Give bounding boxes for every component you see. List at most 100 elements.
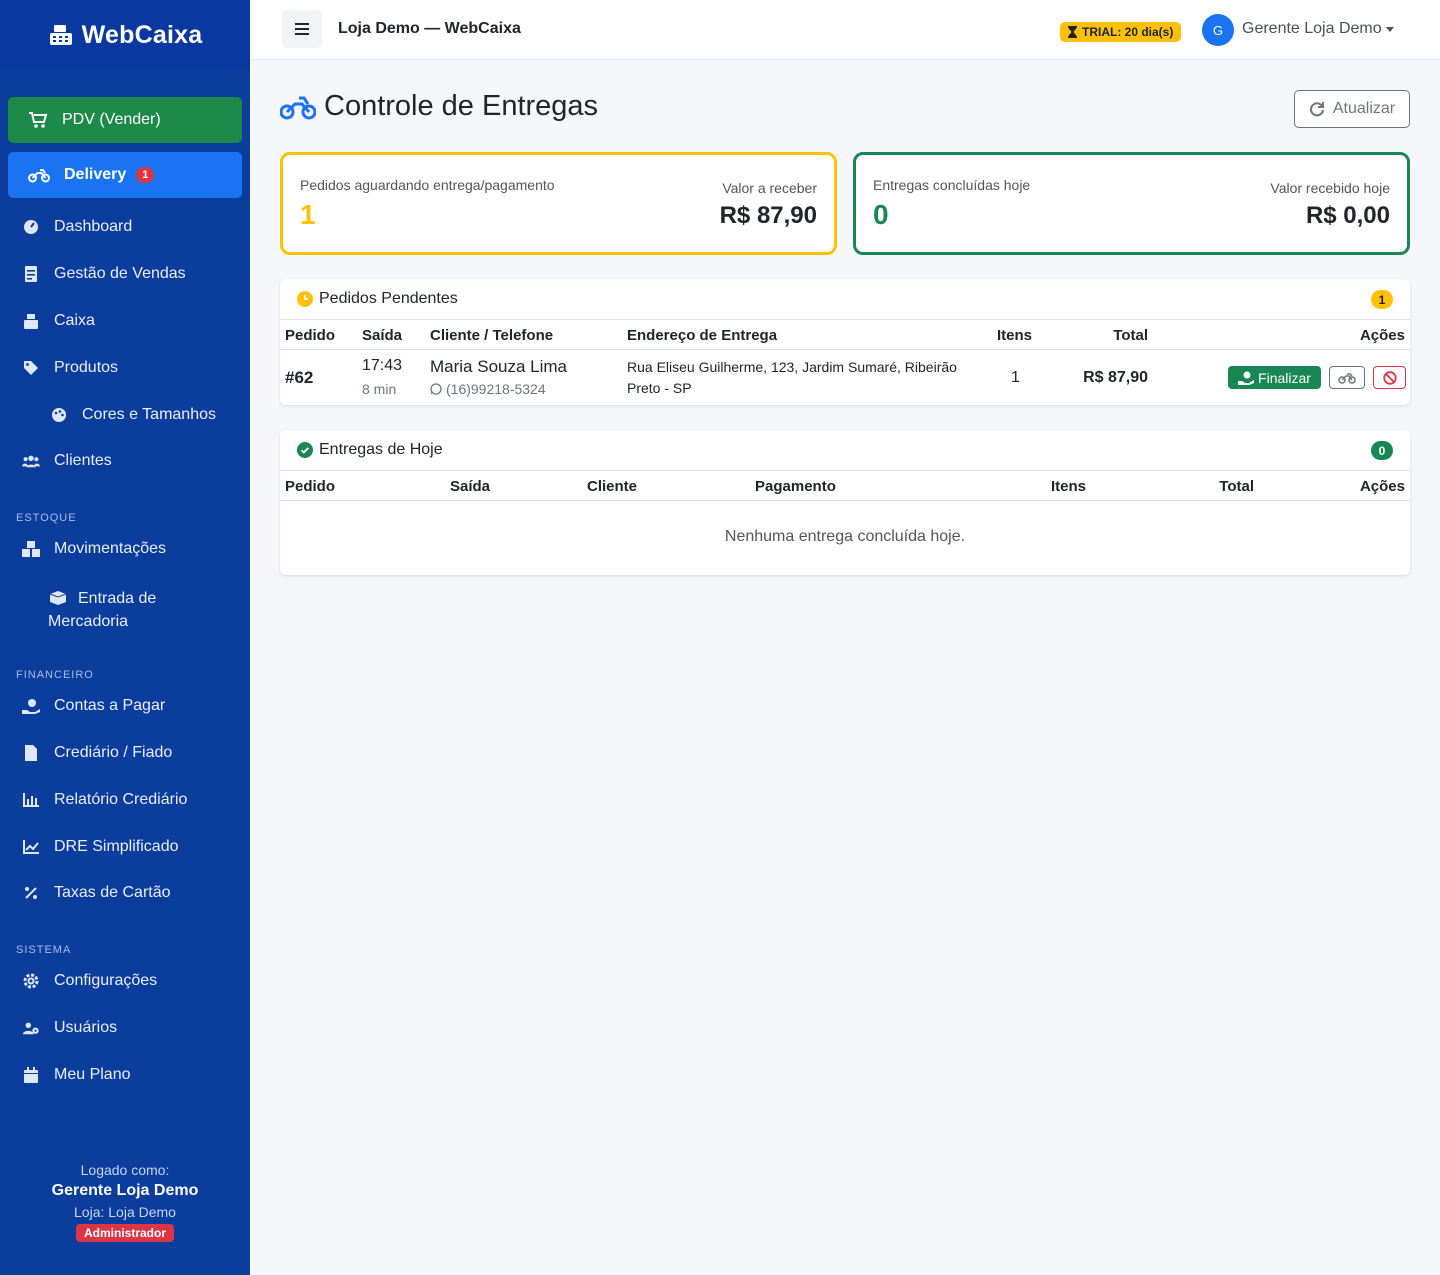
- invoice-icon: [22, 744, 40, 762]
- boxes-icon: [22, 540, 40, 558]
- sidebar-item-produtos[interactable]: Produtos: [22, 359, 118, 377]
- col-saida: Saída: [450, 478, 491, 495]
- cancel-order-button[interactable]: [1373, 366, 1406, 389]
- calendar-icon: [22, 1066, 40, 1084]
- check-circle-icon: [297, 442, 313, 458]
- col-cliente: Cliente / Telefone: [430, 327, 554, 344]
- avatar[interactable]: G: [1202, 14, 1234, 46]
- sidebar-item-label: Usuários: [54, 1019, 118, 1036]
- pending-orders-header: Pedidos Pendentes 1: [280, 279, 1410, 320]
- trial-badge: TRIAL: 20 dia(s): [1060, 22, 1182, 42]
- sidebar-item-relatorio-crediario[interactable]: Relatório Crediário: [22, 791, 187, 809]
- col-cliente: Cliente: [587, 478, 638, 495]
- client-phone-link[interactable]: (16)99218-5324: [430, 381, 546, 397]
- finalize-label: Finalizar: [1258, 369, 1311, 386]
- brand[interactable]: WebCaixa: [0, 0, 250, 70]
- sidebar-item-label: Relatório Crediário: [54, 791, 188, 808]
- motorcycle-icon: [280, 96, 316, 119]
- pending-orders-title: Pedidos Pendentes: [319, 290, 458, 307]
- done-stat-card: Entregas concluídas hoje 0 Valor recebid…: [853, 152, 1410, 255]
- topbar: Loja Demo — WebCaixa TRIAL: 20 dia(s) G …: [250, 0, 1440, 60]
- sidebar-item-label: Movimentações: [54, 540, 167, 557]
- today-table-header: Pedido Saída Cliente Pagamento Itens Tot…: [280, 471, 1410, 501]
- client-name: Maria Souza Lima: [430, 357, 568, 376]
- sidebar-item-movimentacoes[interactable]: Movimentações: [22, 540, 166, 558]
- hourglass-icon: [1068, 26, 1077, 38]
- sidebar-footer: Logado como: Gerente Loja Demo Loja: Loj…: [0, 1162, 250, 1242]
- today-deliveries-card: Entregas de Hoje 0 Pedido Saída Cliente …: [280, 430, 1410, 575]
- sidebar-item-meu-plano[interactable]: Meu Plano: [22, 1066, 131, 1084]
- pending-stat-label: Pedidos aguardando entrega/pagamento: [300, 177, 555, 193]
- sidebar-item-label: Crediário / Fiado: [54, 744, 173, 761]
- pending-value: R$ 87,90: [719, 202, 817, 229]
- hand-holding-dollar-icon: [22, 697, 40, 715]
- pending-orders-card: Pedidos Pendentes 1 Pedido Saída Cliente…: [280, 279, 1410, 405]
- sidebar-item-gestao-vendas[interactable]: Gestão de Vendas: [22, 265, 186, 283]
- users-icon: [22, 452, 40, 470]
- refresh-button[interactable]: Atualizar: [1294, 90, 1410, 128]
- menu-toggle-button[interactable]: [282, 10, 322, 48]
- sidebar-item-entrada-mercadoria[interactable]: Entrada de Mercadoria: [48, 587, 238, 633]
- delivery-count-badge: 1: [136, 167, 155, 183]
- sidebar-item-crediario[interactable]: Crediário / Fiado: [22, 744, 172, 762]
- sidebar-item-label: Contas a Pagar: [54, 697, 166, 714]
- sidebar-item-label: Caixa: [54, 312, 95, 329]
- sidebar-item-label: Dashboard: [54, 218, 133, 235]
- sidebar-item-usuarios[interactable]: Usuários: [22, 1019, 117, 1037]
- finalize-button[interactable]: Finalizar: [1228, 366, 1321, 389]
- percent-icon: [22, 884, 40, 902]
- sidebar-item-configuracoes[interactable]: Configurações: [22, 972, 157, 990]
- chevron-down-icon: [1385, 26, 1394, 32]
- pdv-button[interactable]: PDV (Vender): [8, 97, 242, 143]
- sidebar-item-dashboard[interactable]: Dashboard: [22, 218, 132, 236]
- col-itens: Itens: [1051, 478, 1087, 495]
- refresh-label: Atualizar: [1332, 100, 1396, 117]
- sidebar-item-label: DRE Simplificado: [54, 838, 179, 855]
- col-pagamento: Pagamento: [755, 478, 836, 495]
- delivery-address-line1: Rua Eliseu Guilherme, 123, Jardim Sumaré…: [627, 359, 957, 375]
- col-itens: Itens: [997, 327, 1033, 344]
- logged-as-label: Logado como:: [80, 1162, 170, 1178]
- page-title-text: Controle de Entregas: [324, 90, 599, 122]
- sidebar-item-contas-pagar[interactable]: Contas a Pagar: [22, 697, 165, 715]
- pending-value-label: Valor a receber: [722, 180, 817, 196]
- delivery-address-line2: Preto - SP: [627, 380, 692, 396]
- pending-table-header: Pedido Saída Cliente / Telefone Endereço…: [280, 320, 1410, 350]
- sidebar-item-label: Entrada de: [78, 590, 157, 607]
- user-name: Gerente Loja Demo: [1242, 20, 1382, 37]
- client-phone: (16)99218-5324: [446, 381, 546, 397]
- col-endereco: Endereço de Entrega: [627, 327, 778, 344]
- order-items: 1: [1011, 369, 1020, 386]
- sidebar-item-caixa[interactable]: Caixa: [22, 312, 95, 330]
- sidebar-item-clientes[interactable]: Clientes: [22, 452, 112, 470]
- ban-icon: [1382, 370, 1397, 385]
- sidebar-item-dre[interactable]: DRE Simplificado: [22, 838, 178, 856]
- section-estoque: ESTOQUE: [16, 512, 77, 524]
- sidebar-item-taxas-cartao[interactable]: Taxas de Cartão: [22, 884, 171, 902]
- cash-register-icon: [22, 312, 40, 330]
- today-deliveries-header: Entregas de Hoje 0: [280, 430, 1410, 471]
- pending-count-badge: 1: [1371, 290, 1393, 309]
- col-total: Total: [1219, 478, 1254, 495]
- sidebar-item-label: Meu Plano: [54, 1066, 131, 1083]
- order-total: R$ 87,90: [1083, 369, 1148, 386]
- gauge-icon: [22, 218, 40, 236]
- line-chart-icon: [22, 838, 40, 856]
- today-deliveries-title: Entregas de Hoje: [319, 441, 443, 458]
- receipt-icon: [22, 265, 40, 283]
- reassign-courier-button[interactable]: [1329, 366, 1365, 389]
- clock-icon: [297, 291, 313, 307]
- delivery-button[interactable]: Delivery 1: [8, 152, 242, 198]
- user-menu[interactable]: Gerente Loja Demo: [1242, 20, 1394, 38]
- empty-state: Nenhuma entrega concluída hoje.: [724, 528, 966, 545]
- users-cog-icon: [22, 1019, 40, 1037]
- col-total: Total: [1113, 327, 1148, 344]
- sidebar-item-label: Taxas de Cartão: [54, 884, 171, 901]
- order-time: 17:43: [362, 357, 403, 374]
- pdv-label: PDV (Vender): [62, 111, 161, 128]
- cash-register-icon: [49, 25, 72, 45]
- col-pedido: Pedido: [285, 478, 336, 495]
- tag-icon: [22, 359, 40, 377]
- col-pedido: Pedido: [285, 327, 336, 344]
- sidebar-item-cores-tamanhos[interactable]: Cores e Tamanhos: [50, 406, 216, 424]
